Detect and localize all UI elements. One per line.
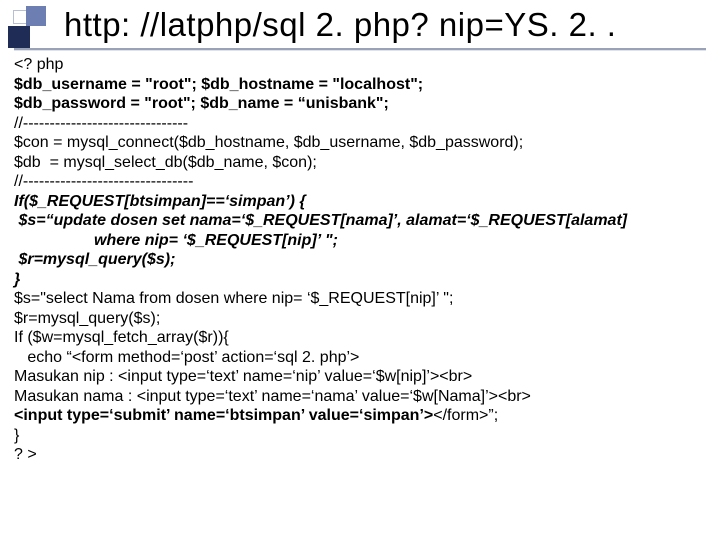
code-line: } [14,427,19,444]
slide-title: http: //latphp/sql 2. php? nip=YS. 2. . [64,6,616,44]
code-line: <input type=‘submit’ name=‘btsimpan’ val… [14,407,433,424]
code-line: "root" [144,95,190,112]
slide: http: //latphp/sql 2. php? nip=YS. 2. . … [0,0,720,540]
code-line: ; $db_name = “unisbank"; [191,95,389,112]
deco-square-outline [13,10,27,24]
code-line: $r=mysql_query($s); [14,310,160,327]
code-line: ? > [14,446,37,463]
code-line: $db_password = [14,95,144,112]
code-line: If ($w=mysql_fetch_array($r)){ [14,329,229,346]
code-line: $s=“update dosen set nama=‘$_REQUEST[nam… [14,212,627,229]
code-line: $s="select Nama from dosen where nip= ‘$… [14,290,453,307]
code-line: where nip= ‘$_REQUEST[nip]’ "; [14,231,338,251]
code-line: $r=mysql_query($s); [14,251,175,268]
code-line: </form>”; [433,407,498,424]
code-line: $db_username = "root"; $db_hostname = "l… [14,76,423,93]
deco-square-light [26,6,46,26]
code-line: } [14,271,20,288]
divider [14,48,706,51]
code-line: //-------------------------------- [14,173,193,190]
code-line: //------------------------------- [14,115,188,132]
code-line: Masukan nip : <input type=‘text’ name=‘n… [14,368,472,385]
corner-decoration [8,6,56,50]
code-block: <? php $db_username = "root"; $db_hostna… [14,55,706,465]
code-line: echo “<form method=‘post’ action=‘sql 2.… [14,349,359,366]
title-row: http: //latphp/sql 2. php? nip=YS. 2. . [64,6,706,44]
code-line: Masukan nama : <input type=‘text’ name=‘… [14,388,531,405]
deco-square-dark [8,26,30,48]
code-line: $db = mysql_select_db($db_name, $con); [14,154,317,171]
code-line: If($_REQUEST[btsimpan]==‘simpan’) { [14,193,306,210]
code-line: $con = mysql_connect($db_hostname, $db_u… [14,134,523,151]
code-line: <? php [14,56,63,73]
